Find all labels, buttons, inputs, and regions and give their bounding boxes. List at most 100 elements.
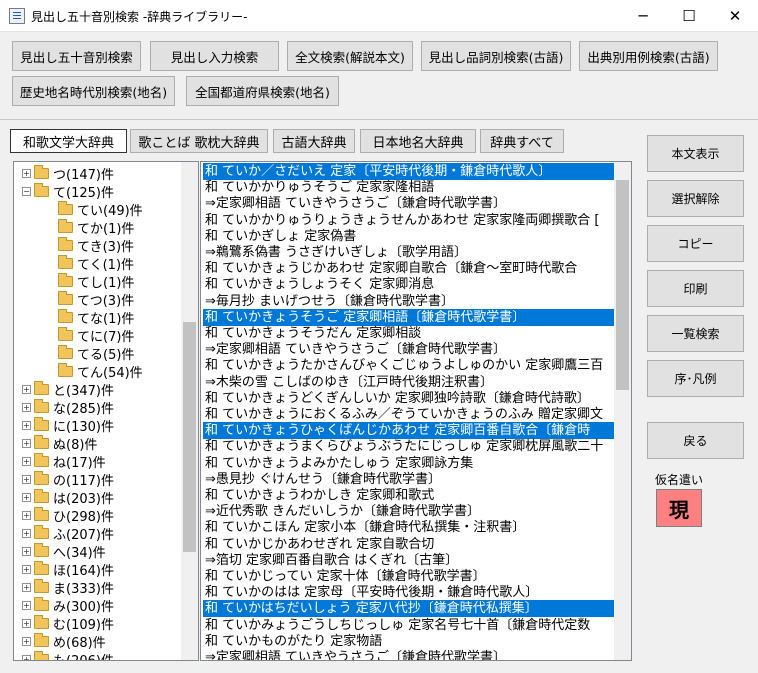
tree-node[interactable]: + ぬ(8)件 [22,434,97,453]
expand-icon[interactable]: + [22,636,31,646]
tree-node[interactable]: てつ(3)件 [58,290,134,309]
preface-legend-button[interactable]: 序･凡例 [647,360,744,397]
tree-node[interactable]: − て(125)件 [22,182,114,201]
result-row[interactable]: 和 ていかものがたり 定家物語 [203,633,614,650]
expand-icon[interactable]: + [22,618,31,628]
tab-utakotoba-utamakura[interactable]: 歌ことば 歌枕大辞典 [130,129,268,153]
expand-icon[interactable]: + [22,384,31,394]
tree-node[interactable]: てく(1)件 [58,254,134,273]
tab-waka-bungaku[interactable]: 和歌文学大辞典 [10,129,127,153]
result-row[interactable]: 和 ていかじかあわせぎれ 定家自歌合切 [203,536,614,553]
list-scroll-thumb[interactable] [616,180,629,390]
tree-node[interactable]: + ま(333)件 [22,578,114,597]
tree-node[interactable]: + み(300)件 [22,596,114,615]
result-row[interactable]: ⇒鵜鷺系偽書 うさぎけいぎしょ〔歌学用語〕 [203,244,614,261]
result-row[interactable]: ⇒定家卿相語 ていきやうさうご〔鎌倉時代歌学書〕 [203,649,614,660]
tree-node[interactable]: てる(5)件 [58,344,134,363]
result-row[interactable]: 和 ていかはちだいしょう 定家八代抄〔鎌倉時代私撰集〕 [203,600,614,618]
headword-result-list[interactable]: 和 ていか／さだいえ 定家〔平安時代後期・鎌倉時代歌人〕和 ていかかりゅうそうご… [200,161,632,661]
historical-place-search-button[interactable]: 歴史地名時代別検索(地名) [12,76,175,106]
result-row[interactable]: 和 ていかきょうじかあわせ 定家卿自歌合〔鎌倉～室町時代歌合 [203,260,614,277]
expand-icon[interactable]: + [22,510,31,520]
result-row[interactable]: ⇒箔切 定家卿百番自歌合 はくぎれ〔古筆〕 [203,552,614,569]
fulltext-search-button[interactable]: 全文検索(解説本文) [287,41,413,71]
tree-node[interactable]: + ふ(207)件 [22,524,114,543]
expand-icon[interactable]: + [22,456,31,466]
tree-node[interactable]: + な(285)件 [22,398,114,417]
result-row[interactable]: 和 ていかのはは 定家母〔平安時代後期・鎌倉時代歌人〕 [203,584,614,601]
expand-icon[interactable]: + [22,546,31,556]
expand-icon[interactable]: + [22,564,31,574]
expand-icon[interactable]: + [22,582,31,592]
tree-node[interactable]: てか(1)件 [58,218,134,237]
tree-node[interactable]: + は(203)件 [22,488,114,507]
tab-all-dictionaries[interactable]: 辞典すべて [480,129,564,153]
tab-kogo[interactable]: 古語大辞典 [273,129,355,153]
tree-node[interactable]: + ほ(164)件 [22,560,114,579]
result-row[interactable]: 和 ていかきょうにおくるふみ／ぞうていかきょうのふみ 贈定家卿文 [203,406,614,423]
tree-node[interactable]: + む(109)件 [22,614,114,633]
tree-node[interactable]: + と(347)件 [22,380,114,399]
tree-node[interactable]: てに(7)件 [58,326,134,345]
result-row[interactable]: 和 ていかきょうたかさんびゃくごじゅうよしゅのかい 定家卿鷹三百 [203,357,614,374]
prefecture-search-button[interactable]: 全国都道府県検索(地名) [186,76,339,106]
result-row[interactable]: 和 ていかかりゅうりょうきょうせんかあわせ 定家家隆両卿撰歌合 [ [203,212,614,229]
tree-node[interactable]: + に(130)件 [22,416,114,435]
result-row[interactable]: ⇒定家卿相語 ていきやうさうご〔鎌倉時代歌学書〕 [203,341,614,358]
tree-scrollbar[interactable] [181,162,198,660]
result-row[interactable]: ⇒愚見抄 ぐけんせう〔鎌倉時代歌学書〕 [203,471,614,488]
tree-node[interactable]: てき(3)件 [58,236,134,255]
expand-icon[interactable]: + [22,420,31,430]
tree-node[interactable]: てん(54)件 [58,362,143,381]
result-row[interactable]: 和 ていかきょうそうだん 定家卿相談 [203,325,614,342]
result-row[interactable]: 和 ていかじってい 定家十体〔鎌倉時代歌学書〕 [203,568,614,585]
result-row[interactable]: 和 ていかきょうそうご 定家卿相語〔鎌倉時代歌学書〕 [203,308,614,326]
result-row[interactable]: ⇒木柴の雪 こしばのゆき〔江戸時代後期注釈書〕 [203,374,614,391]
tree-node[interactable]: + の(117)件 [22,470,114,489]
tab-nihon-chimei[interactable]: 日本地名大辞典 [360,129,476,153]
tree-node[interactable]: てし(1)件 [58,272,134,291]
result-row[interactable]: 和 ていかきょうまくらびょうぶうたにじっしゅ 定家卿枕屏風歌二十 [203,438,614,455]
gojuon-search-button[interactable]: 見出し五十音別検索 [12,41,141,71]
result-row[interactable]: 和 ていかきょうひゃくばんじかあわせ 定家卿百番自歌合〔鎌倉時 [203,422,614,440]
tree-node[interactable]: + つ(147)件 [22,164,114,183]
expand-icon[interactable]: + [22,654,31,660]
copy-button[interactable]: コピー [647,225,744,262]
tree-node[interactable]: てな(1)件 [58,308,134,327]
result-row[interactable]: 和 ていかこほん 定家小本〔鎌倉時代私撰集・注釈書〕 [203,519,614,536]
show-text-button[interactable]: 本文表示 [647,135,744,172]
pos-search-button[interactable]: 見出し品詞別検索(古語) [421,41,571,71]
tree-node[interactable]: + ね(17)件 [22,452,106,471]
tree-node[interactable]: + も(206)件 [22,650,114,660]
result-row[interactable]: ⇒近代秀歌 きんだいしうか〔鎌倉時代歌学書〕 [203,503,614,520]
expand-icon[interactable]: + [22,492,31,502]
kana-usage-toggle[interactable]: 現 [656,489,702,527]
tree-node[interactable]: + め(68)件 [22,632,106,651]
result-row[interactable]: 和 ていかかりゅうそうご 定家家隆相語 [203,179,614,196]
tree-node[interactable]: + へ(34)件 [22,542,106,561]
collapse-icon[interactable]: − [22,186,31,196]
result-row[interactable]: ⇒定家卿相語 ていきやうさうご〔鎌倉時代歌学書〕 [203,195,614,212]
expand-icon[interactable]: + [22,168,31,178]
list-scrollbar[interactable] [614,162,631,660]
tree-node[interactable]: + ひ(298)件 [22,506,114,525]
tree-node[interactable]: てい(49)件 [58,200,143,219]
result-row[interactable]: 和 ていかきょうわかしき 定家卿和歌式 [203,487,614,504]
clear-selection-button[interactable]: 選択解除 [647,180,744,217]
result-row[interactable]: 和 ていかきょうどくぎんしいか 定家卿独吟詩歌〔鎌倉時代詩歌〕 [203,390,614,407]
headword-input-search-button[interactable]: 見出し入力検索 [150,41,279,71]
result-row[interactable]: 和 ていか／さだいえ 定家〔平安時代後期・鎌倉時代歌人〕 [203,163,614,180]
result-row[interactable]: 和 ていかきょうよみかたしゅう 定家卿詠方集 [203,455,614,472]
expand-icon[interactable]: + [22,438,31,448]
minimize-button[interactable]: ─ [620,0,666,31]
expand-icon[interactable]: + [22,402,31,412]
expand-icon[interactable]: + [22,474,31,484]
list-search-button[interactable]: 一覧検索 [647,315,744,352]
result-row[interactable]: ⇒毎月抄 まいげつせう〔鎌倉時代歌学書〕 [203,293,614,310]
result-row[interactable]: 和 ていかきょうしょうそく 定家卿消息 [203,276,614,293]
gojuon-tree[interactable]: + つ(147)件 − て(125)件 てい(49)件 てか(1)件 てき(3)件 てく(1)… [13,161,199,661]
source-example-search-button[interactable]: 出典別用例検索(古語) [579,41,718,71]
tree-scroll-thumb[interactable] [183,322,196,552]
close-button[interactable]: ✕ [712,0,758,31]
expand-icon[interactable]: + [22,600,31,610]
